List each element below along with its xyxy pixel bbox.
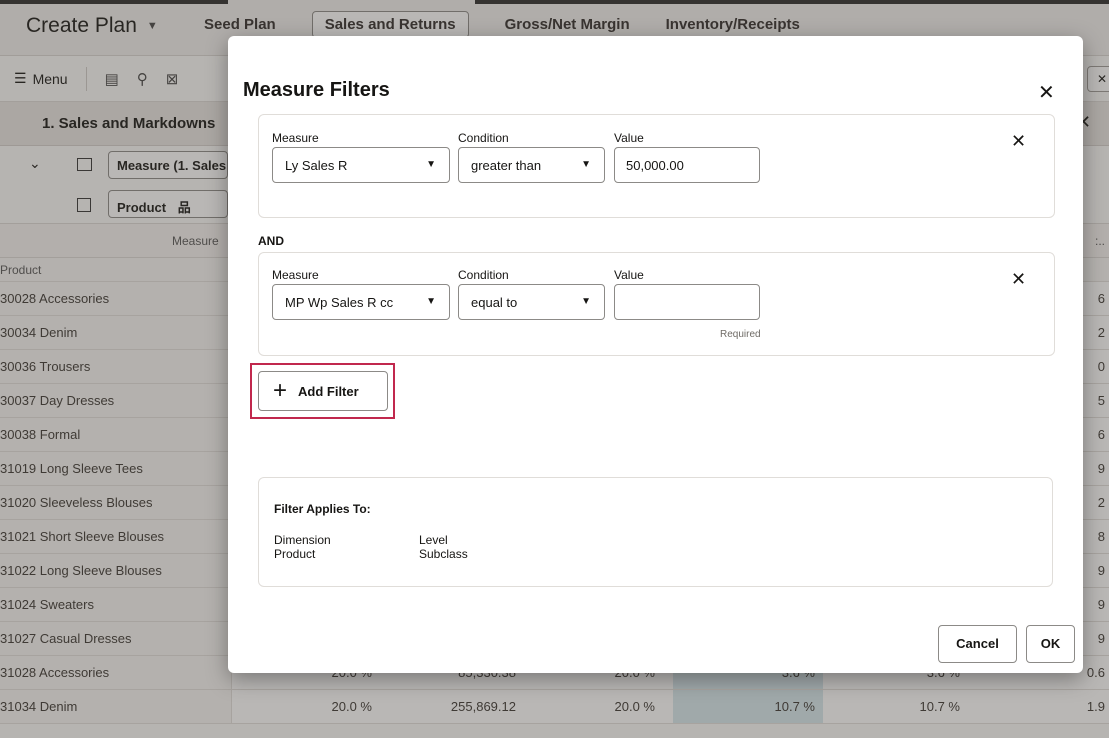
measure-select[interactable]: MP Wp Sales R cc ▼ [272, 284, 450, 320]
remove-filter-icon[interactable]: ✕ [1011, 131, 1026, 152]
remove-filter-icon[interactable]: ✕ [1011, 269, 1026, 290]
level-value: Subclass [419, 547, 468, 561]
ok-button[interactable]: OK [1026, 625, 1075, 663]
close-icon[interactable]: ✕ [1038, 80, 1055, 105]
measure-value: MP Wp Sales R cc [285, 295, 394, 310]
add-filter-button[interactable]: + Add Filter [258, 371, 388, 411]
condition-select[interactable]: greater than ▼ [458, 147, 605, 183]
measure-value: Ly Sales R [285, 158, 348, 173]
condition-label: Condition [458, 268, 509, 282]
value-input[interactable] [614, 284, 760, 320]
applies-title: Filter Applies To: [274, 502, 371, 516]
value-text: 50,000.00 [626, 158, 684, 173]
condition-select[interactable]: equal to ▼ [458, 284, 605, 320]
plus-icon: + [273, 377, 288, 404]
cancel-button[interactable]: Cancel [938, 625, 1017, 663]
value-label: Value [614, 131, 644, 145]
condition-label: Condition [458, 131, 509, 145]
measure-select[interactable]: Ly Sales R ▼ [272, 147, 450, 183]
measure-label: Measure [272, 268, 319, 282]
value-label: Value [614, 268, 644, 282]
condition-value: greater than [471, 158, 542, 173]
caret-down-icon: ▼ [426, 296, 436, 307]
dimension-label: Dimension [274, 533, 331, 547]
caret-down-icon: ▼ [426, 159, 436, 170]
dialog-title: Measure Filters [243, 79, 390, 101]
caret-down-icon: ▼ [581, 296, 591, 307]
value-input[interactable]: 50,000.00 [614, 147, 760, 183]
caret-down-icon: ▼ [581, 159, 591, 170]
dimension-value: Product [274, 547, 316, 561]
level-label: Level [419, 533, 448, 547]
measure-label: Measure [272, 131, 319, 145]
and-label: AND [258, 234, 284, 248]
add-filter-label: Add Filter [298, 383, 359, 399]
condition-value: equal to [471, 295, 518, 310]
filter-applies-panel: Filter Applies To: Dimension Product Lev… [258, 477, 1053, 587]
required-hint: Required [720, 329, 761, 340]
